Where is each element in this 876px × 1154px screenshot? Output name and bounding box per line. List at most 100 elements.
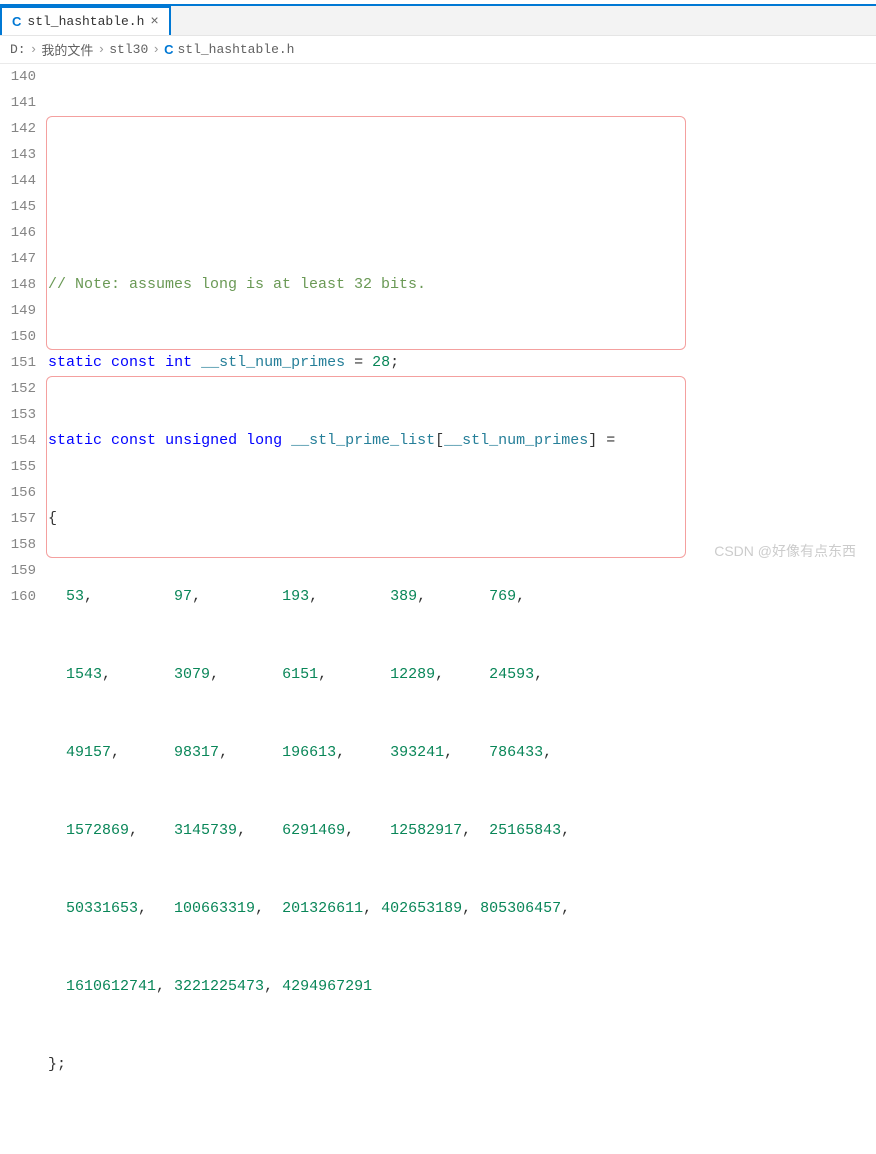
identifier: __stl_num_primes <box>444 432 588 449</box>
line-number: 153 <box>0 402 36 428</box>
breadcrumb-segment[interactable]: stl30 <box>109 42 148 57</box>
brace: }; <box>48 1056 66 1073</box>
code-line: 1572869, 3145739, 6291469, 12582917, 251… <box>48 818 876 844</box>
keyword: static <box>48 354 102 371</box>
tab-stl-hashtable[interactable]: C stl_hashtable.h × <box>0 6 171 35</box>
number: 393241 <box>390 744 444 761</box>
breadcrumb-segment[interactable]: D: <box>10 42 26 57</box>
brace: { <box>48 510 57 527</box>
line-number: 155 <box>0 454 36 480</box>
code-line: 50331653, 100663319, 201326611, 40265318… <box>48 896 876 922</box>
number: 12289 <box>390 666 435 683</box>
highlight-box <box>46 116 686 350</box>
number: 28 <box>372 354 390 371</box>
line-number: 144 <box>0 168 36 194</box>
number: 769 <box>489 588 516 605</box>
tab-filename: stl_hashtable.h <box>27 14 144 29</box>
number: 389 <box>390 588 417 605</box>
number: 53 <box>66 588 84 605</box>
number: 196613 <box>282 744 336 761</box>
line-number: 148 <box>0 272 36 298</box>
number: 201326611 <box>282 900 363 917</box>
line-number: 152 <box>0 376 36 402</box>
number: 24593 <box>489 666 534 683</box>
number: 402653189 <box>381 900 462 917</box>
chevron-right-icon: › <box>30 42 38 57</box>
number: 50331653 <box>66 900 138 917</box>
line-number: 159 <box>0 558 36 584</box>
code-line <box>48 1130 876 1154</box>
code-line: { <box>48 506 876 532</box>
keyword: int <box>165 354 192 371</box>
number: 3079 <box>174 666 210 683</box>
number: 12582917 <box>390 822 462 839</box>
identifier: __stl_prime_list <box>291 432 435 449</box>
watermark: CSDN @好像有点东西 <box>714 541 856 561</box>
code-line: static const unsigned long __stl_prime_l… <box>48 428 876 454</box>
line-number: 140 <box>0 64 36 90</box>
close-icon[interactable]: × <box>150 14 158 30</box>
line-number: 158 <box>0 532 36 558</box>
line-number: 142 <box>0 116 36 142</box>
code-line: static const int __stl_num_primes = 28; <box>48 350 876 376</box>
line-number: 156 <box>0 480 36 506</box>
keyword: long <box>246 432 282 449</box>
number: 805306457 <box>480 900 561 917</box>
number: 25165843 <box>489 822 561 839</box>
comment: // Note: assumes long is at least 32 bit… <box>48 276 426 293</box>
c-file-icon: C <box>164 42 173 57</box>
breadcrumb-segment[interactable]: 我的文件 <box>41 40 93 59</box>
number: 786433 <box>489 744 543 761</box>
code-line: 49157, 98317, 196613, 393241, 786433, <box>48 740 876 766</box>
line-number-gutter: 140 141 142 143 144 145 146 147 148 149 … <box>0 64 48 1154</box>
chevron-right-icon: › <box>97 42 105 57</box>
line-number: 146 <box>0 220 36 246</box>
number: 193 <box>282 588 309 605</box>
number: 6291469 <box>282 822 345 839</box>
line-number: 143 <box>0 142 36 168</box>
chevron-right-icon: › <box>152 42 160 57</box>
line-number: 157 <box>0 506 36 532</box>
keyword: const <box>111 432 156 449</box>
code-line <box>48 194 876 220</box>
code-line: 1610612741, 3221225473, 4294967291 <box>48 974 876 1000</box>
line-number: 154 <box>0 428 36 454</box>
line-number: 147 <box>0 246 36 272</box>
number: 4294967291 <box>282 978 372 995</box>
number: 100663319 <box>174 900 255 917</box>
code-line: 1543, 3079, 6151, 12289, 24593, <box>48 662 876 688</box>
number: 1610612741 <box>66 978 156 995</box>
code-line: }; <box>48 1052 876 1078</box>
number: 3221225473 <box>174 978 264 995</box>
number: 49157 <box>66 744 111 761</box>
keyword: unsigned <box>165 432 237 449</box>
punct: ; <box>390 354 399 371</box>
number: 1572869 <box>66 822 129 839</box>
code-content[interactable]: // Note: assumes long is at least 32 bit… <box>48 64 876 1154</box>
line-number: 160 <box>0 584 36 610</box>
punct: [ <box>435 432 444 449</box>
line-number: 145 <box>0 194 36 220</box>
number: 1543 <box>66 666 102 683</box>
punct: ] = <box>588 432 615 449</box>
number: 3145739 <box>174 822 237 839</box>
number: 6151 <box>282 666 318 683</box>
code-line: 53, 97, 193, 389, 769, <box>48 584 876 610</box>
number: 97 <box>174 588 192 605</box>
c-file-icon: C <box>12 14 21 29</box>
keyword: static <box>48 432 102 449</box>
line-number: 150 <box>0 324 36 350</box>
line-number: 151 <box>0 350 36 376</box>
breadcrumb[interactable]: D: › 我的文件 › stl30 › C stl_hashtable.h <box>0 36 876 64</box>
breadcrumb-filename: stl_hashtable.h <box>177 42 294 57</box>
identifier: __stl_num_primes <box>201 354 345 371</box>
keyword: const <box>111 354 156 371</box>
breadcrumb-file[interactable]: C stl_hashtable.h <box>164 42 294 57</box>
line-number: 149 <box>0 298 36 324</box>
tab-bar: C stl_hashtable.h × <box>0 6 876 36</box>
line-number: 141 <box>0 90 36 116</box>
number: 98317 <box>174 744 219 761</box>
operator: = <box>345 354 372 371</box>
editor-area[interactable]: 140 141 142 143 144 145 146 147 148 149 … <box>0 64 876 1154</box>
code-line: // Note: assumes long is at least 32 bit… <box>48 272 876 298</box>
